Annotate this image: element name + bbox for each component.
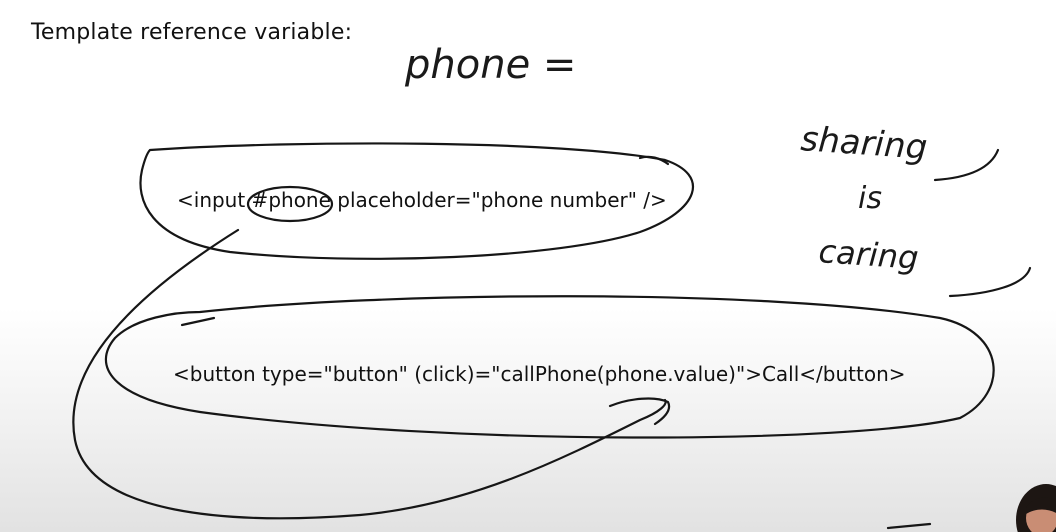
scribble-underline-1 — [933, 148, 1000, 182]
scribble-note-line2: is — [858, 181, 882, 216]
loop-tail-input — [638, 155, 670, 166]
circle-around-phone-ref — [246, 185, 334, 223]
scribble-phone: phone = — [404, 42, 576, 88]
loop-arrow-tick — [180, 316, 216, 327]
scribble-note-line1: sharing — [799, 119, 928, 168]
handwriting-layer: phone = sharing is caring — [72, 42, 1032, 530]
scribble-underline-2 — [948, 266, 1032, 298]
edge-stroke — [886, 522, 932, 530]
presenter-webcam-thumbnail — [1000, 474, 1056, 532]
loop-around-button — [104, 295, 995, 439]
connector-arrow — [72, 228, 667, 520]
scribble-note-line3: caring — [817, 232, 919, 277]
loop-around-input — [139, 142, 694, 260]
